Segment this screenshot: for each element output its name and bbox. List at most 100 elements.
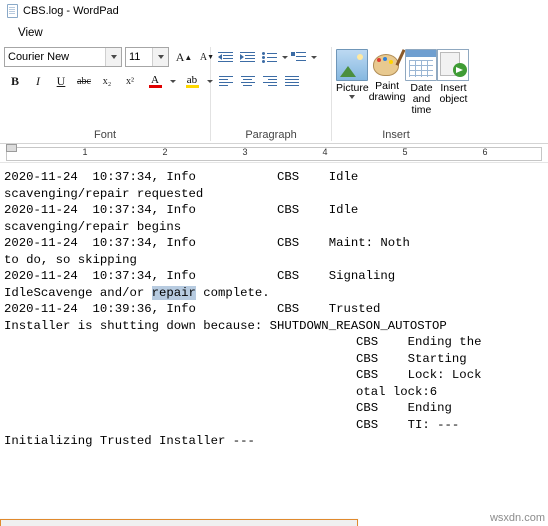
menu-bar: View: [0, 23, 548, 43]
insert-object-icon: [437, 49, 470, 81]
chevron-down-icon[interactable]: [152, 48, 168, 66]
decrease-indent-button[interactable]: [215, 47, 236, 67]
ribbon-group-font: Courier New 11 A ▲ A ▼ B I U abc x₂ x² A…: [0, 43, 214, 143]
doc-line: 2020-11-24 10:37:34, Info CBS Idle: [4, 170, 359, 184]
ruler-tick-6: 6: [482, 147, 488, 157]
doc-line: CBS Starting: [356, 351, 467, 366]
grow-font-button[interactable]: A ▲: [173, 47, 195, 67]
align-right-button[interactable]: [259, 71, 280, 91]
underline-button[interactable]: U: [50, 71, 72, 91]
doc-line: scavenging/repair begins: [4, 219, 182, 234]
doc-line: scavenging/repair requested: [4, 186, 204, 201]
paint-drawing-icon: [372, 49, 406, 79]
align-justify-button[interactable]: [281, 71, 302, 91]
paragraph-row-2: [215, 71, 303, 91]
doc-line: CBS Ending: [356, 401, 452, 415]
chevron-down-icon[interactable]: [170, 79, 176, 83]
line-spacing-button[interactable]: [288, 47, 309, 67]
insert-group-label: Insert: [382, 129, 410, 141]
paint-drawing-button[interactable]: Paint drawing: [369, 47, 406, 103]
superscript-button[interactable]: x²: [119, 71, 141, 91]
doc-line: Installer is shutting down because: SHUT…: [4, 318, 447, 333]
insert-picture-button[interactable]: Picture: [336, 47, 369, 99]
italic-button[interactable]: I: [27, 71, 49, 91]
ruler-tick-5: 5: [402, 147, 408, 157]
font-group-label: Font: [93, 129, 116, 141]
watermark: wsxdn.com: [489, 512, 545, 524]
insert-object-button[interactable]: Insert object: [437, 47, 470, 105]
highlight-button[interactable]: ab: [179, 71, 205, 91]
doc-line: otal lock:6: [356, 384, 438, 399]
ruler-tick-2: 2: [162, 147, 168, 157]
strikethrough-button[interactable]: abc: [73, 71, 95, 91]
font-family-value: Courier New: [8, 51, 70, 63]
date-time-label: Date and time: [410, 82, 433, 116]
paragraph-group-label: Paragraph: [245, 129, 297, 141]
find-dialog: Find ✕ Find what: repair Find Next Cance…: [0, 519, 358, 526]
font-controls-row-1: Courier New 11 A ▲ A ▼: [4, 47, 219, 67]
line-spacing-icon: [291, 51, 306, 63]
title-bar: CBS.log - WordPad: [0, 0, 548, 23]
increase-indent-button[interactable]: [237, 47, 258, 67]
find-dialog-title-bar[interactable]: Find ✕: [1, 520, 357, 526]
shrink-font-label: A: [199, 51, 208, 63]
doc-line: CBS TI: ---: [356, 417, 460, 432]
text-color-label: A: [151, 73, 159, 86]
highlight-swatch: [185, 84, 199, 88]
ruler[interactable]: 1 2 3 4 5 6: [0, 144, 548, 163]
font-controls-row-2: B I U abc x₂ x² A ab: [4, 71, 213, 91]
font-size-combo[interactable]: 11: [125, 47, 169, 67]
align-left-button[interactable]: [215, 71, 236, 91]
text-color-button[interactable]: A: [142, 71, 168, 91]
ribbon-group-paragraph: Paragraph: [211, 43, 331, 143]
bullets-icon: [262, 51, 277, 63]
doc-line: 2020-11-24 10:39:36, Info CBS Trusted: [4, 302, 381, 316]
align-center-icon: [240, 75, 255, 87]
paragraph-row-1: [215, 47, 317, 67]
insert-picture-label: Picture: [336, 82, 369, 94]
doc-line: Initializing Trusted Installer ---: [4, 434, 255, 448]
menu-item-view[interactable]: View: [12, 25, 49, 41]
date-time-icon: [405, 49, 438, 81]
doc-line: IdleScavenge and/or: [4, 285, 152, 300]
ribbon: Courier New 11 A ▲ A ▼ B I U abc x₂ x² A…: [0, 43, 548, 144]
ruler-ticks: 1 2 3 4 5 6: [0, 147, 548, 159]
document-area[interactable]: 2020-11-24 10:37:34, Info CBS Idle scave…: [0, 163, 548, 526]
close-icon[interactable]: ✕: [313, 520, 357, 526]
window-title: CBS.log - WordPad: [23, 5, 119, 17]
align-justify-icon: [284, 75, 299, 87]
chevron-down-icon[interactable]: [349, 95, 356, 99]
insert-object-label: Insert object: [439, 82, 468, 105]
doc-line: CBS Lock: Lock: [356, 368, 482, 382]
document-text[interactable]: 2020-11-24 10:37:34, Info CBS Idle scave…: [4, 169, 548, 450]
ribbon-group-insert: Picture Paint drawing Date and time Inse…: [332, 43, 470, 143]
wordpad-document-icon: [5, 4, 19, 18]
search-highlight: repair: [151, 285, 196, 300]
wordpad-window: CBS.log - WordPad View Courier New 11 A …: [0, 0, 548, 526]
picture-icon: [336, 49, 369, 81]
doc-line: 2020-11-24 10:37:34, Info CBS Signaling: [4, 269, 396, 283]
align-left-icon: [218, 75, 233, 87]
align-center-button[interactable]: [237, 71, 258, 91]
decrease-indent-icon: [218, 51, 233, 63]
align-right-icon: [262, 75, 277, 87]
bold-button[interactable]: B: [4, 71, 26, 91]
doc-line: CBS Ending the: [356, 335, 482, 349]
bullets-button[interactable]: [259, 47, 280, 67]
ruler-tick-1: 1: [82, 147, 88, 157]
doc-line: to do, so skipping: [4, 252, 137, 267]
highlight-label: ab: [186, 73, 198, 86]
text-color-swatch: [148, 84, 162, 88]
chevron-down-icon[interactable]: [311, 55, 317, 59]
grow-font-label: A: [175, 49, 185, 64]
subscript-button[interactable]: x₂: [96, 71, 118, 91]
doc-line: complete.: [195, 285, 270, 300]
font-size-value: 11: [129, 51, 141, 63]
ruler-tick-4: 4: [322, 147, 328, 157]
doc-line: 2020-11-24 10:37:34, Info CBS Maint: Not…: [4, 236, 410, 250]
doc-line: 2020-11-24 10:37:34, Info CBS Idle: [4, 203, 359, 217]
ruler-tick-3: 3: [242, 147, 248, 157]
font-family-combo[interactable]: Courier New: [4, 47, 122, 67]
chevron-down-icon[interactable]: [105, 48, 121, 66]
date-time-button[interactable]: Date and time: [405, 47, 438, 116]
